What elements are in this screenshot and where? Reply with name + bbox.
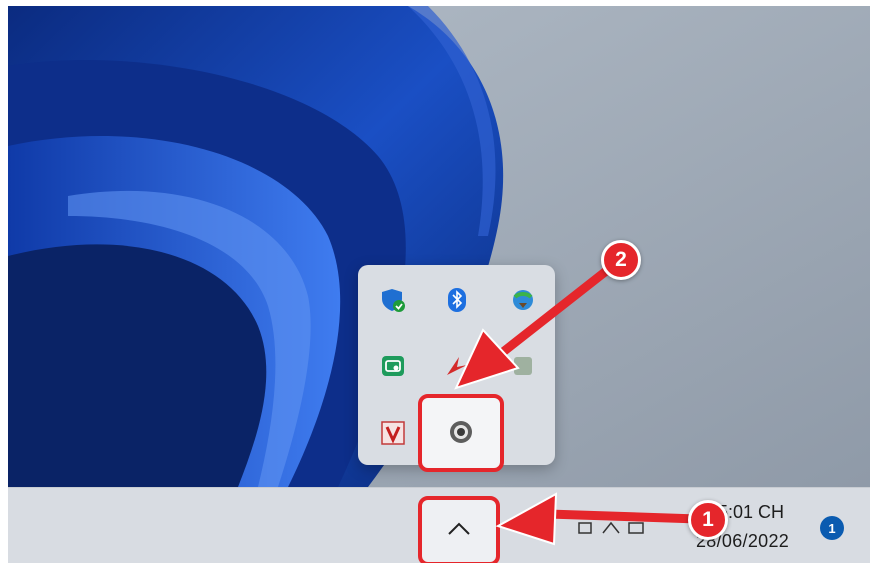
green-app-icon[interactable] [378,351,408,381]
system-tray-icons [573,513,683,543]
unikey-icon[interactable] [508,351,538,381]
step-1-badge: 1 [688,500,728,540]
windows-security-icon[interactable] [378,285,408,315]
v-app-icon[interactable] [378,418,408,448]
show-hidden-icons-button[interactable] [418,496,500,563]
webcam-icon-highlight [418,394,504,472]
notification-badge[interactable]: 1 [820,516,844,540]
chevron-up-icon [448,522,470,535]
internet-download-manager-icon[interactable] [508,285,538,315]
red-arrow-app-icon[interactable] [442,351,472,381]
bluetooth-icon[interactable] [442,285,472,315]
step-2-badge: 2 [601,240,641,280]
webcam-icon[interactable] [446,417,476,447]
screenshot-frame: 15:01 CH 28/06/2022 1 1 2 [8,6,870,563]
